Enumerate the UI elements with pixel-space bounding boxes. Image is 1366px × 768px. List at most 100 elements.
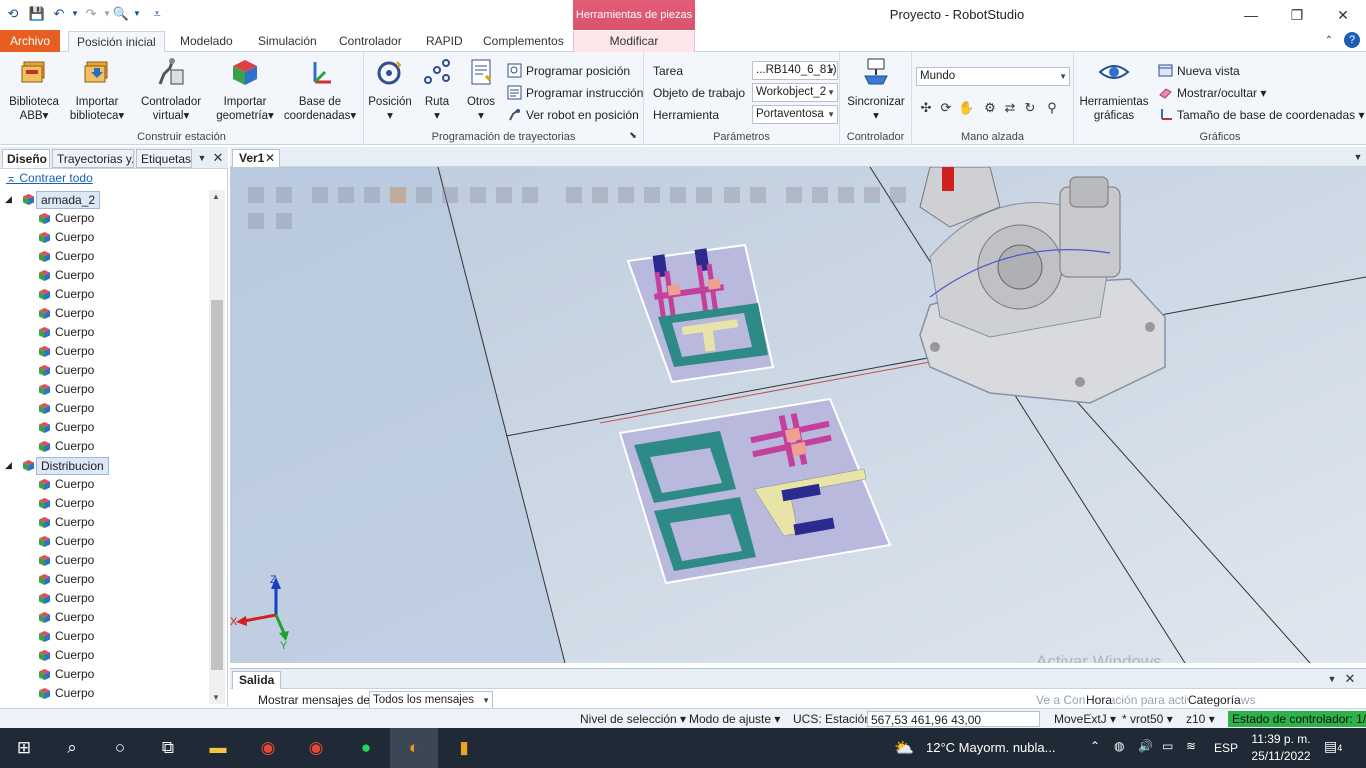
show-hidden-icons-icon[interactable]: ⌃ (1090, 739, 1100, 753)
close-button[interactable]: ✕ (1320, 0, 1366, 30)
tab-controlador[interactable]: Controlador (331, 31, 410, 52)
chrome-icon[interactable]: ◉ (244, 728, 292, 768)
tamano-base-coordenadas-button[interactable]: Tamaño de base de coordenadas ▾ (1158, 105, 1365, 125)
tree-item-body[interactable]: Cuerpo (0, 285, 200, 304)
biblioteca-abb-button[interactable]: Biblioteca ABB▾ (4, 56, 64, 123)
tree-group-0[interactable]: ◢ armada_2 (0, 190, 200, 209)
tree-item-body[interactable]: Cuerpo (0, 399, 200, 418)
search-icon[interactable]: ⌕ (48, 728, 96, 768)
spotify-icon[interactable]: ● (342, 728, 390, 768)
expand-toggle-icon[interactable]: ◢ (5, 190, 12, 209)
zoom-dropdown-icon[interactable]: ▼ (128, 5, 146, 23)
panel-menu-icon[interactable]: ▼ (194, 150, 210, 166)
coordinates-field[interactable]: 567,53 461,96 43,00 (867, 711, 1040, 727)
minimize-button[interactable]: — (1228, 0, 1274, 30)
move-instruction-dropdown[interactable]: MoveExtJ ▾ (1054, 711, 1116, 727)
tree-item-body[interactable]: Cuerpo (0, 228, 200, 247)
programar-posicion-button[interactable]: Programar posición (507, 61, 630, 81)
tree-item-body[interactable]: Cuerpo (0, 475, 200, 494)
nueva-vista-button[interactable]: Nueva vista (1158, 61, 1240, 81)
tarea-select[interactable]: ...RB140_6_81) ▼ (752, 61, 838, 80)
tree-item-body[interactable]: Cuerpo (0, 665, 200, 684)
jog-linear-icon[interactable]: ⇄ (1002, 100, 1018, 116)
ver-robot-en-posicion-button[interactable]: Ver robot en posición (507, 105, 639, 125)
tree-item-body[interactable]: Cuerpo (0, 266, 200, 285)
mostrar-ocultar-button[interactable]: Mostrar/ocultar ▾ (1158, 83, 1266, 103)
base-de-coordenadas-button[interactable]: Base de coordenadas▾ (280, 56, 360, 123)
rotate-icon[interactable]: ⟳ (938, 100, 954, 116)
customize-qat-icon[interactable]: ⩡ (148, 5, 166, 23)
ruta-button[interactable]: Ruta ▾ (416, 56, 458, 123)
app-taskbar-icon[interactable]: ▮ (440, 728, 488, 768)
tree-item-body[interactable]: Cuerpo (0, 684, 200, 703)
tree-item-body[interactable]: Cuerpo (0, 627, 200, 646)
herramienta-select[interactable]: Portaventosa ▼ (752, 105, 838, 124)
reference-frame-select[interactable]: Mundo ▼ (916, 67, 1070, 86)
collapse-ribbon-icon[interactable]: ⌃ (1320, 32, 1338, 50)
collapse-all-link[interactable]: ⌅ Contraer todo (6, 171, 93, 185)
notifications-icon[interactable]: ▤4 (1324, 738, 1342, 755)
scroll-down-icon[interactable]: ▼ (212, 693, 220, 702)
tree-item-body[interactable]: Cuerpo (0, 513, 200, 532)
tree-item-body[interactable]: Cuerpo (0, 532, 200, 551)
robotstudio-taskbar-icon[interactable]: ◐ (390, 728, 438, 768)
clock-time[interactable]: 11:39 p. m. (1250, 732, 1312, 746)
tree-item-body[interactable]: Cuerpo (0, 342, 200, 361)
multi-robot-jog-icon[interactable]: ⚲ (1044, 100, 1060, 116)
tree-item-body[interactable]: Cuerpo (0, 361, 200, 380)
move-icon[interactable]: ✣ (918, 100, 934, 116)
dialog-launcher-icon[interactable]: ⬊ (625, 127, 641, 143)
output-menu-icon[interactable]: ▼ (1324, 671, 1340, 687)
column-hora[interactable]: Hora (1086, 693, 1113, 707)
wifi-icon[interactable]: ≋ (1186, 739, 1196, 753)
tab-archivo[interactable]: Archivo (0, 30, 60, 52)
otros-button[interactable]: Otros ▾ (460, 56, 502, 123)
help-icon[interactable]: ? (1344, 32, 1360, 48)
controlador-virtual-button[interactable]: Controlador virtual▾ (136, 56, 206, 123)
hand-icon[interactable]: ✋ (958, 100, 974, 116)
tab-complementos[interactable]: Complementos (475, 31, 572, 52)
tree-item-body[interactable]: Cuerpo (0, 437, 200, 456)
tab-etiquetas[interactable]: Etiquetas (136, 149, 192, 168)
tab-ver1[interactable]: Ver1 ✕ (232, 149, 280, 167)
tree-item-body[interactable]: Cuerpo (0, 209, 200, 228)
language-indicator[interactable]: ESP (1214, 741, 1238, 755)
tree-item-body[interactable]: Cuerpo (0, 608, 200, 627)
tree-item-body[interactable]: Cuerpo (0, 380, 200, 399)
save-icon[interactable]: 💾 (28, 5, 46, 23)
speed-dropdown[interactable]: * vrot50 ▾ (1122, 711, 1173, 727)
chrome-profile-icon[interactable]: ◉ (292, 728, 340, 768)
programar-instruccion-button[interactable]: Programar instrucción (507, 83, 643, 103)
scroll-up-icon[interactable]: ▲ (212, 192, 220, 201)
controller-status[interactable]: Estado de controlador: 1/1 (1228, 711, 1366, 727)
jog-joint-icon[interactable]: ⚙ (982, 100, 998, 116)
expand-toggle-icon[interactable]: ◢ (5, 456, 12, 475)
tab-modificar[interactable]: Modificar (573, 31, 695, 52)
tree-item-body[interactable]: Cuerpo (0, 494, 200, 513)
app-logo-icon[interactable]: ⟲ (4, 5, 22, 23)
clock-date[interactable]: 25/11/2022 (1248, 749, 1314, 763)
herramientas-graficas-button[interactable]: Herramientas gráficas (1076, 56, 1152, 123)
tab-trayectorias[interactable]: Trayectorias y... (52, 149, 134, 168)
tab-rapid[interactable]: RAPID (418, 31, 471, 52)
tab-posicion-inicial[interactable]: Posición inicial (68, 31, 165, 52)
tab-diseno[interactable]: Diseño (2, 149, 50, 168)
tree-item-body[interactable]: Cuerpo (0, 247, 200, 266)
message-filter-select[interactable]: Todos los mensajes ▼ (369, 691, 493, 709)
output-close-icon[interactable]: ✕ (1342, 671, 1358, 687)
tab-salida[interactable]: Salida (232, 671, 282, 689)
network-status-icon[interactable]: ◍ (1114, 739, 1124, 753)
tab-modelado[interactable]: Modelado (172, 31, 241, 52)
tree-item-body[interactable]: Cuerpo (0, 551, 200, 570)
volume-icon[interactable]: 🔊 (1138, 739, 1153, 753)
battery-icon[interactable]: ▭ (1162, 739, 1173, 753)
posicion-button[interactable]: Posición ▾ (366, 56, 414, 123)
panel-close-icon[interactable]: ✕ (210, 150, 226, 166)
view-menu-icon[interactable]: ▼ (1350, 149, 1366, 165)
snap-mode-dropdown[interactable]: Modo de ajuste ▾ (689, 711, 780, 727)
tree-item-body[interactable]: Cuerpo (0, 304, 200, 323)
restore-button[interactable]: ❐ (1274, 0, 1320, 30)
start-icon[interactable]: ⊞ (0, 728, 48, 768)
tree-item-body[interactable]: Cuerpo (0, 646, 200, 665)
scrollbar-thumb[interactable] (211, 300, 223, 670)
